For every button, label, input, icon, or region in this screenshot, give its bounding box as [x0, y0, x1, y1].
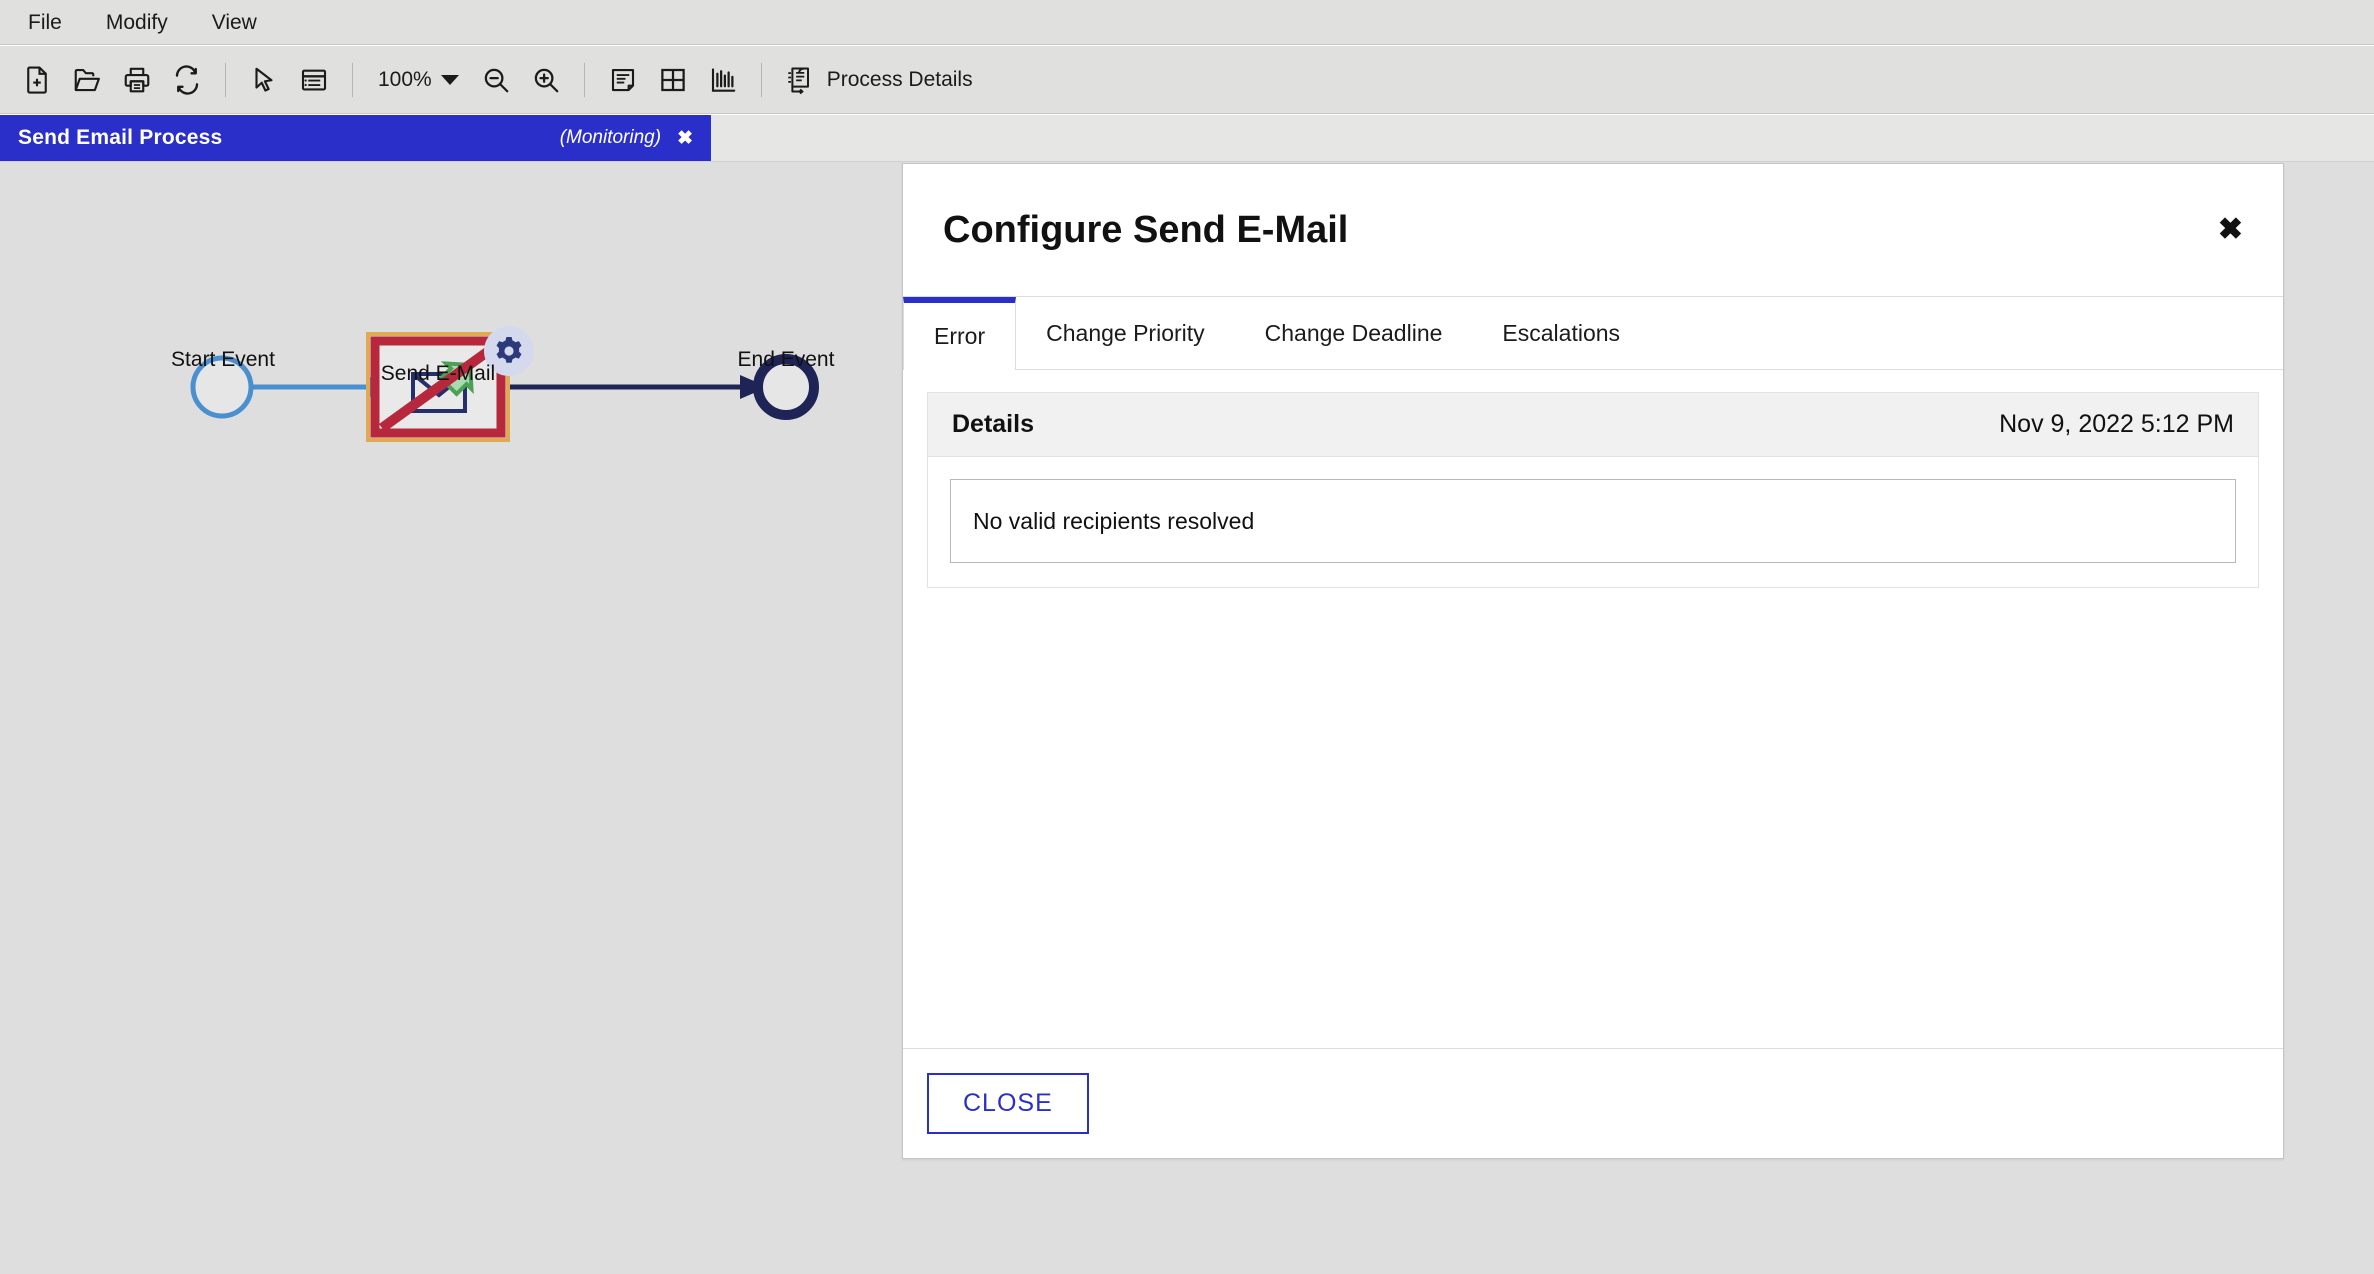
new-document-icon: [22, 65, 52, 95]
dialog-tab-bar: Error Change Priority Change Deadline Es…: [903, 297, 2283, 370]
menu-item-file[interactable]: File: [6, 8, 84, 37]
refresh-button[interactable]: [162, 55, 212, 105]
print-icon: [122, 65, 152, 95]
process-tab-state: (Monitoring): [559, 127, 662, 148]
process-details-label: Process Details: [826, 67, 973, 91]
refresh-icon: [172, 64, 202, 95]
error-timestamp: Nov 9, 2022 5:12 PM: [1999, 410, 2234, 438]
error-details-heading: Details: [952, 410, 1034, 438]
grid-table-button[interactable]: [648, 55, 698, 105]
report-document-button[interactable]: [598, 55, 648, 105]
close-icon[interactable]: ✖: [2218, 215, 2243, 245]
zoom-level-value: 100%: [378, 67, 432, 91]
zoom-out-icon: [481, 65, 511, 95]
error-details-header: Details Nov 9, 2022 5:12 PM: [928, 393, 2258, 457]
close-button[interactable]: CLOSE: [927, 1073, 1089, 1134]
zoom-in-button[interactable]: [521, 55, 571, 105]
tab-change-priority[interactable]: Change Priority: [1016, 297, 1235, 369]
properties-list-button[interactable]: [289, 55, 339, 105]
application-window: File Modify View 100% Process Details Se…: [0, 0, 2374, 1274]
dialog-header: Configure Send E-Mail ✖: [903, 164, 2283, 297]
dialog-title: Configure Send E-Mail: [943, 208, 1349, 251]
bar-chart-icon: [708, 65, 738, 95]
toolbar-separator: [225, 62, 226, 97]
grid-table-icon: [658, 65, 688, 95]
menu-item-modify[interactable]: Modify: [84, 8, 190, 37]
new-document-button[interactable]: [12, 55, 62, 105]
pointer-button[interactable]: [239, 55, 289, 105]
toolbar-separator: [352, 62, 353, 97]
tab-error-label: Error: [934, 323, 986, 349]
send-email-task-label: Send E-Mail: [380, 362, 496, 385]
tab-error[interactable]: Error: [903, 297, 1017, 370]
pointer-icon: [249, 65, 279, 95]
toolbar: 100% Process Details: [0, 46, 2374, 114]
report-document-icon: [608, 65, 638, 95]
tab-change-priority-label: Change Priority: [1046, 319, 1205, 346]
menu-bar: File Modify View: [0, 0, 2374, 45]
process-tab-strip: Send Email Process (Monitoring) ✖: [0, 115, 2374, 161]
process-tab-send-email-process[interactable]: Send Email Process (Monitoring) ✖: [0, 115, 711, 161]
menu-item-view[interactable]: View: [190, 8, 279, 37]
properties-list-icon: [299, 65, 329, 95]
error-message-box: No valid recipients resolved: [950, 479, 2236, 563]
tab-escalations-label: Escalations: [1502, 319, 1621, 346]
tab-change-deadline[interactable]: Change Deadline: [1234, 297, 1473, 369]
process-details-button[interactable]: Process Details: [775, 55, 981, 105]
open-folder-icon: [72, 65, 102, 95]
toolbar-separator: [760, 62, 762, 97]
zoom-out-button[interactable]: [471, 55, 521, 105]
print-button[interactable]: [112, 55, 162, 105]
tab-escalations[interactable]: Escalations: [1472, 297, 1651, 369]
zoom-in-icon: [531, 65, 561, 95]
dialog-body: Details Nov 9, 2022 5:12 PM No valid rec…: [903, 370, 2283, 1048]
close-icon[interactable]: ✖: [677, 129, 693, 148]
process-details-icon: [783, 65, 813, 95]
error-message-text: No valid recipients resolved: [973, 507, 1255, 534]
start-event-label: Start Event: [171, 348, 275, 371]
error-details-body: No valid recipients resolved: [928, 457, 2258, 587]
toolbar-separator: [583, 62, 585, 97]
sequence-flow-task-to-end: [508, 375, 768, 399]
chevron-down-icon: [440, 74, 459, 85]
tab-change-deadline-label: Change Deadline: [1264, 319, 1443, 346]
end-event-label: End Event: [737, 348, 835, 371]
process-tab-title: Send Email Process: [18, 126, 223, 149]
configure-send-email-dialog: Configure Send E-Mail ✖ Error Change Pri…: [902, 163, 2284, 1159]
bar-chart-button[interactable]: [698, 55, 748, 105]
dialog-footer: CLOSE: [903, 1048, 2283, 1158]
open-folder-button[interactable]: [62, 55, 112, 105]
error-details-panel: Details Nov 9, 2022 5:12 PM No valid rec…: [927, 392, 2259, 588]
zoom-level-dropdown[interactable]: 100%: [366, 55, 471, 105]
